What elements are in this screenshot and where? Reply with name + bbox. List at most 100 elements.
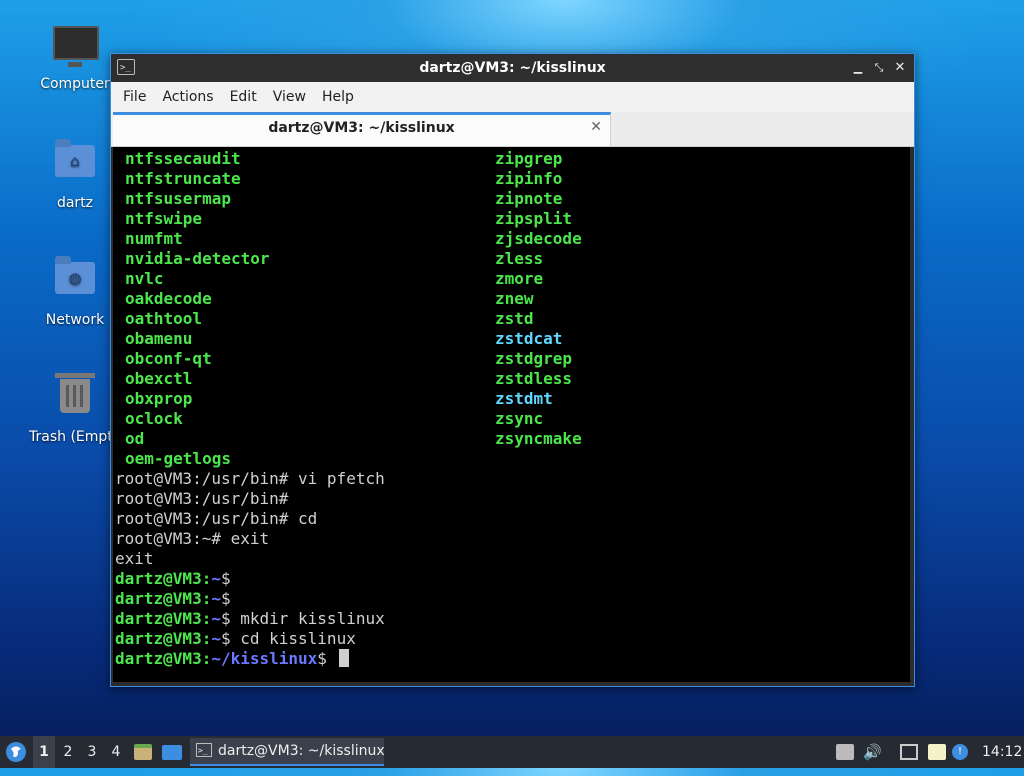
trash-icon bbox=[53, 373, 97, 423]
terminal-task-icon: >_ bbox=[196, 743, 212, 757]
listing-entry: ntfstruncate bbox=[125, 169, 241, 188]
listing-entry: zipnote bbox=[495, 189, 563, 208]
listing-row: numfmt zjsdecode bbox=[125, 229, 582, 249]
clipboard-tray-icon[interactable] bbox=[836, 744, 854, 760]
start-menu-icon[interactable] bbox=[4, 736, 30, 768]
prompt-line: dartz@VM3:~$ bbox=[115, 569, 385, 589]
listing-entry: zmore bbox=[495, 269, 544, 288]
desktop-icon-network[interactable]: ◍ Network bbox=[27, 254, 123, 328]
prompt-user: dartz@VM3: bbox=[115, 629, 212, 648]
listing-entry: zstdcat bbox=[495, 329, 563, 348]
prompt-path: ~ bbox=[211, 569, 221, 588]
prompt-path: ~/kisslinux bbox=[211, 649, 318, 668]
prompt-line: dartz@VM3:~$ bbox=[115, 589, 385, 609]
history-line: root@VM3:~# exit bbox=[115, 529, 270, 548]
notes-tray-icon[interactable] bbox=[928, 744, 946, 760]
listing-row: obexctl zstdless bbox=[125, 369, 582, 389]
taskbar-task-terminal[interactable]: >_ dartz@VM3: ~/kisslinux bbox=[190, 738, 384, 766]
desktop-icon-computer[interactable]: Computer bbox=[27, 20, 123, 92]
listing-row: ntfsusermap zipnote bbox=[125, 189, 582, 209]
minimize-icon[interactable]: ▁ bbox=[850, 60, 866, 76]
listing-entry: zstdgrep bbox=[495, 349, 573, 368]
listing-row: oakdecode znew bbox=[125, 289, 582, 309]
listing-row: oathtool zstd bbox=[125, 309, 582, 329]
listing-row: nvidia-detector zless bbox=[125, 249, 582, 269]
desktop-icon-label: Network bbox=[45, 312, 105, 328]
listing-entry: zipgrep bbox=[495, 149, 563, 168]
network-folder-icon: ◍ bbox=[53, 256, 97, 306]
listing-row: obxprop zstdmt bbox=[125, 389, 582, 409]
desktop-icon-home[interactable]: ⌂ dartz bbox=[27, 137, 123, 211]
menu-view[interactable]: View bbox=[265, 89, 314, 105]
network-tray-icon[interactable] bbox=[900, 744, 918, 760]
history-line: root@VM3:/usr/bin# cd bbox=[115, 509, 318, 528]
desktop-icon-label: dartz bbox=[56, 195, 94, 211]
listing-row: oclock zsync bbox=[125, 409, 582, 429]
listing-entry: oakdecode bbox=[125, 289, 212, 308]
listing-entry: zless bbox=[495, 249, 544, 268]
prompt-command: $ mkdir kisslinux bbox=[220, 609, 385, 628]
close-icon[interactable]: ✕ bbox=[892, 60, 908, 76]
tab-terminal[interactable]: dartz@VM3: ~/kisslinux ✕ bbox=[113, 112, 611, 146]
listing-row: ntfssecaudit zipgrep bbox=[125, 149, 582, 169]
workspace-2[interactable]: 2 bbox=[57, 736, 79, 768]
prompt-command: $ bbox=[317, 649, 337, 668]
workspace-3[interactable]: 3 bbox=[81, 736, 103, 768]
listing-entry: obxprop bbox=[125, 389, 193, 408]
listing-entry: obconf-qt bbox=[125, 349, 212, 368]
listing-row: od zsyncmake bbox=[125, 429, 582, 449]
listing-entry: znew bbox=[495, 289, 534, 308]
listing-row: obconf-qt zstdgrep bbox=[125, 349, 582, 369]
listing-entry: ntfsusermap bbox=[125, 189, 231, 208]
tab-label: dartz@VM3: ~/kisslinux bbox=[268, 120, 455, 136]
window-title: dartz@VM3: ~/kisslinux bbox=[419, 60, 606, 76]
window-titlebar[interactable]: >_ dartz@VM3: ~/kisslinux ▁ ⤡ ✕ bbox=[111, 54, 914, 82]
listing-entry: zipsplit bbox=[495, 209, 573, 228]
home-folder-icon: ⌂ bbox=[53, 139, 97, 189]
menu-actions[interactable]: Actions bbox=[154, 89, 221, 105]
listing-entry: zstdless bbox=[495, 369, 573, 388]
listing-row: ntfstruncate zipinfo bbox=[125, 169, 582, 189]
listing-entry: oem-getlogs bbox=[125, 449, 231, 468]
history-line: exit bbox=[115, 549, 154, 568]
clock[interactable]: 14:12 bbox=[982, 736, 1022, 768]
tab-close-icon[interactable]: ✕ bbox=[590, 119, 602, 135]
file-listing: ntfssecaudit zipgrep ntfstruncate zipinfo nt… bbox=[125, 149, 582, 469]
menubar: File Actions Edit View Help bbox=[111, 82, 914, 112]
maximize-icon[interactable]: ⤡ bbox=[871, 60, 887, 76]
listing-entry: nvidia-detector bbox=[125, 249, 270, 268]
listing-row: nvlc zmore bbox=[125, 269, 582, 289]
prompt-command: $ cd kisslinux bbox=[220, 629, 356, 648]
terminal-output[interactable]: ntfssecaudit zipgrep ntfstruncate zipinfo nt… bbox=[113, 147, 910, 682]
menu-edit[interactable]: Edit bbox=[222, 89, 265, 105]
listing-row: obamenu zstdcat bbox=[125, 329, 582, 349]
desktop-icon-label: Computer bbox=[40, 76, 110, 92]
listing-entry: obamenu bbox=[125, 329, 193, 348]
listing-row: ntfswipe zipsplit bbox=[125, 209, 582, 229]
listing-entry: obexctl bbox=[125, 369, 193, 388]
prompt-path: ~ bbox=[211, 629, 221, 648]
listing-entry: zsyncmake bbox=[495, 429, 582, 448]
history-line: root@VM3:/usr/bin# bbox=[115, 489, 289, 508]
volume-icon[interactable]: 🔊 bbox=[863, 736, 883, 768]
menu-file[interactable]: File bbox=[115, 89, 154, 105]
listing-entry: zstd bbox=[495, 309, 534, 328]
prompt-line: dartz@VM3:~$ cd kisslinux bbox=[115, 629, 385, 649]
listing-entry: zipinfo bbox=[495, 169, 563, 188]
update-notifier-icon[interactable]: ! bbox=[952, 744, 968, 760]
workspace-4[interactable]: 4 bbox=[105, 736, 127, 768]
workspace-1[interactable]: 1 bbox=[33, 736, 55, 768]
listing-entry: oathtool bbox=[125, 309, 203, 328]
prompt-user: dartz@VM3: bbox=[115, 649, 212, 668]
prompt-line: dartz@VM3:~/kisslinux$ bbox=[115, 649, 385, 669]
task-label: dartz@VM3: ~/kisslinux bbox=[218, 743, 384, 759]
menu-help[interactable]: Help bbox=[314, 89, 362, 105]
history-line: root@VM3:/usr/bin# vi pfetch bbox=[115, 469, 385, 488]
show-desktop-icon[interactable] bbox=[162, 736, 184, 768]
prompt-user: dartz@VM3: bbox=[115, 589, 212, 608]
prompt-path: ~ bbox=[211, 589, 221, 608]
shell-history: root@VM3:/usr/bin# vi pfetch root@VM3:/us… bbox=[115, 469, 385, 669]
listing-entry: ntfssecaudit bbox=[125, 149, 241, 168]
prompt-command: $ bbox=[220, 589, 231, 608]
file-manager-launcher-icon[interactable] bbox=[134, 736, 156, 768]
